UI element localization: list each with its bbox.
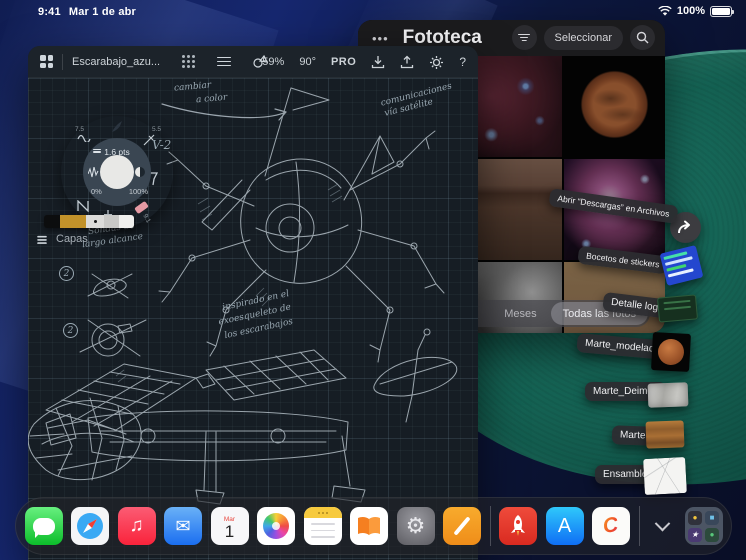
rotation-value[interactable]: 90° [299, 56, 316, 68]
search-button[interactable] [630, 25, 655, 50]
forward-arrow-icon [678, 220, 690, 234]
dock-divider [489, 506, 491, 546]
tool-wheel[interactable]: 7.5 5.5 6.1 9.1 1.6 pts 0% 100% [61, 116, 173, 228]
status-time: 9:41 [38, 6, 61, 18]
more-options-icon[interactable]: ••• [372, 31, 389, 46]
layers-panel-icon[interactable] [217, 56, 232, 67]
layers-icon [37, 235, 47, 244]
app-library-mini-icon: ★ [688, 527, 702, 542]
app-linea-sketch[interactable] [443, 507, 481, 545]
pen-icon [453, 516, 471, 536]
filter-icon [518, 33, 531, 42]
app-messages[interactable] [24, 507, 63, 545]
pro-badge[interactable]: PRO [331, 56, 356, 68]
help-button[interactable]: ? [459, 55, 466, 69]
active-brush-icon [112, 121, 122, 132]
rocket-icon [511, 515, 525, 536]
annotation-badge-two: 2 [59, 266, 74, 281]
document-title[interactable]: Escarabajo_azu... [72, 56, 160, 68]
drag-thumb-logo-detail [656, 294, 699, 323]
sketch-toolbar: Escarabajo_azu... 59% 90° PRO ? [28, 46, 478, 78]
app-library-mini-icon: ■ [705, 510, 719, 525]
app-calendar[interactable]: Mar 1 [210, 507, 249, 545]
app-concepts[interactable]: C [592, 507, 630, 545]
layers-bar[interactable]: Capas [36, 233, 88, 245]
drag-thumb-mars-model [651, 332, 691, 372]
precision-grid-icon[interactable] [182, 55, 196, 68]
select-button[interactable]: Seleccionar [543, 25, 623, 50]
settings-gear-icon[interactable] [429, 55, 444, 70]
export-icon[interactable] [400, 55, 414, 69]
opacity-min: 0% [91, 187, 102, 196]
app-safari[interactable] [71, 507, 109, 545]
opacity-icon [135, 167, 145, 177]
preset-label: 5.5 [151, 126, 161, 133]
app-appstore[interactable]: A [545, 507, 584, 545]
compass-icon [77, 513, 103, 539]
wifi-icon [658, 5, 672, 16]
pen-icon [143, 134, 155, 146]
status-date: Mar 1 de abr [68, 6, 137, 18]
app-rocket[interactable] [499, 507, 537, 545]
app-photos[interactable] [257, 507, 295, 545]
dock: ♫ ✉ Mar 1 ⚙ A C ● ■ ★ ● [15, 497, 732, 555]
drag-thumb-assembly-sketch [643, 456, 687, 496]
opacity-max: 100% [128, 187, 148, 196]
swatch-white[interactable] [119, 215, 134, 228]
sketch-app-window: cambiar a color comunicaciones vía satél… [28, 46, 478, 560]
notes-header [303, 507, 342, 518]
app-library-mini-icon: ● [705, 527, 719, 542]
photos-flower-icon [263, 513, 289, 539]
battery-percent: 100% [676, 5, 705, 17]
swatch-selected[interactable] [86, 215, 104, 228]
music-note-icon: ♫ [129, 515, 144, 536]
drag-thumb-mars-deimos [647, 382, 689, 408]
app-library[interactable]: ● ■ ★ ● [684, 507, 723, 545]
chat-bubble-icon [32, 517, 55, 538]
annotation-badge-two: 2 [63, 323, 78, 338]
app-library-mini-icon: ● [688, 510, 702, 525]
open-book-icon [358, 516, 380, 535]
app-notes[interactable] [303, 507, 342, 545]
search-icon [636, 31, 649, 44]
app-settings[interactable]: ⚙ [396, 507, 435, 545]
status-time-date: 9:41 Mar 1 de abr [38, 6, 144, 18]
app-music[interactable]: ♫ [117, 507, 156, 545]
swatch-black[interactable] [44, 215, 60, 228]
pencil-icon [77, 200, 89, 212]
battery-icon [710, 5, 734, 17]
dock-divider [638, 506, 640, 546]
preset-label: 7.5 [75, 126, 85, 133]
smoothing-icon [88, 167, 99, 178]
envelope-icon: ✉ [175, 515, 191, 536]
import-icon[interactable] [371, 55, 385, 69]
drawing-canvas[interactable]: cambiar a color comunicaciones vía satél… [28, 78, 478, 560]
filter-button[interactable] [511, 25, 537, 50]
calendar-day: 1 [224, 521, 235, 541]
zoom-level[interactable]: 59% [262, 56, 284, 68]
appstore-a-icon: A [557, 514, 572, 537]
swatch-gold[interactable] [60, 215, 86, 228]
chevron-down-icon [654, 515, 670, 531]
tab-months[interactable]: Meses [504, 308, 536, 320]
gear-icon: ⚙ [405, 513, 426, 538]
color-swatch-bar[interactable] [44, 215, 134, 228]
drag-thumb-mars-map [645, 420, 685, 449]
pencil-squiggle-icon [77, 134, 91, 142]
app-mail[interactable]: ✉ [164, 507, 202, 545]
dock-collapse-button[interactable] [648, 507, 676, 545]
layers-label: Capas [56, 233, 88, 245]
c-logo-icon: C [601, 513, 621, 538]
swatch-gray[interactable] [104, 215, 119, 228]
app-books[interactable] [350, 507, 388, 545]
gallery-icon[interactable] [40, 55, 53, 68]
tool-wheel-center[interactable] [100, 155, 134, 189]
